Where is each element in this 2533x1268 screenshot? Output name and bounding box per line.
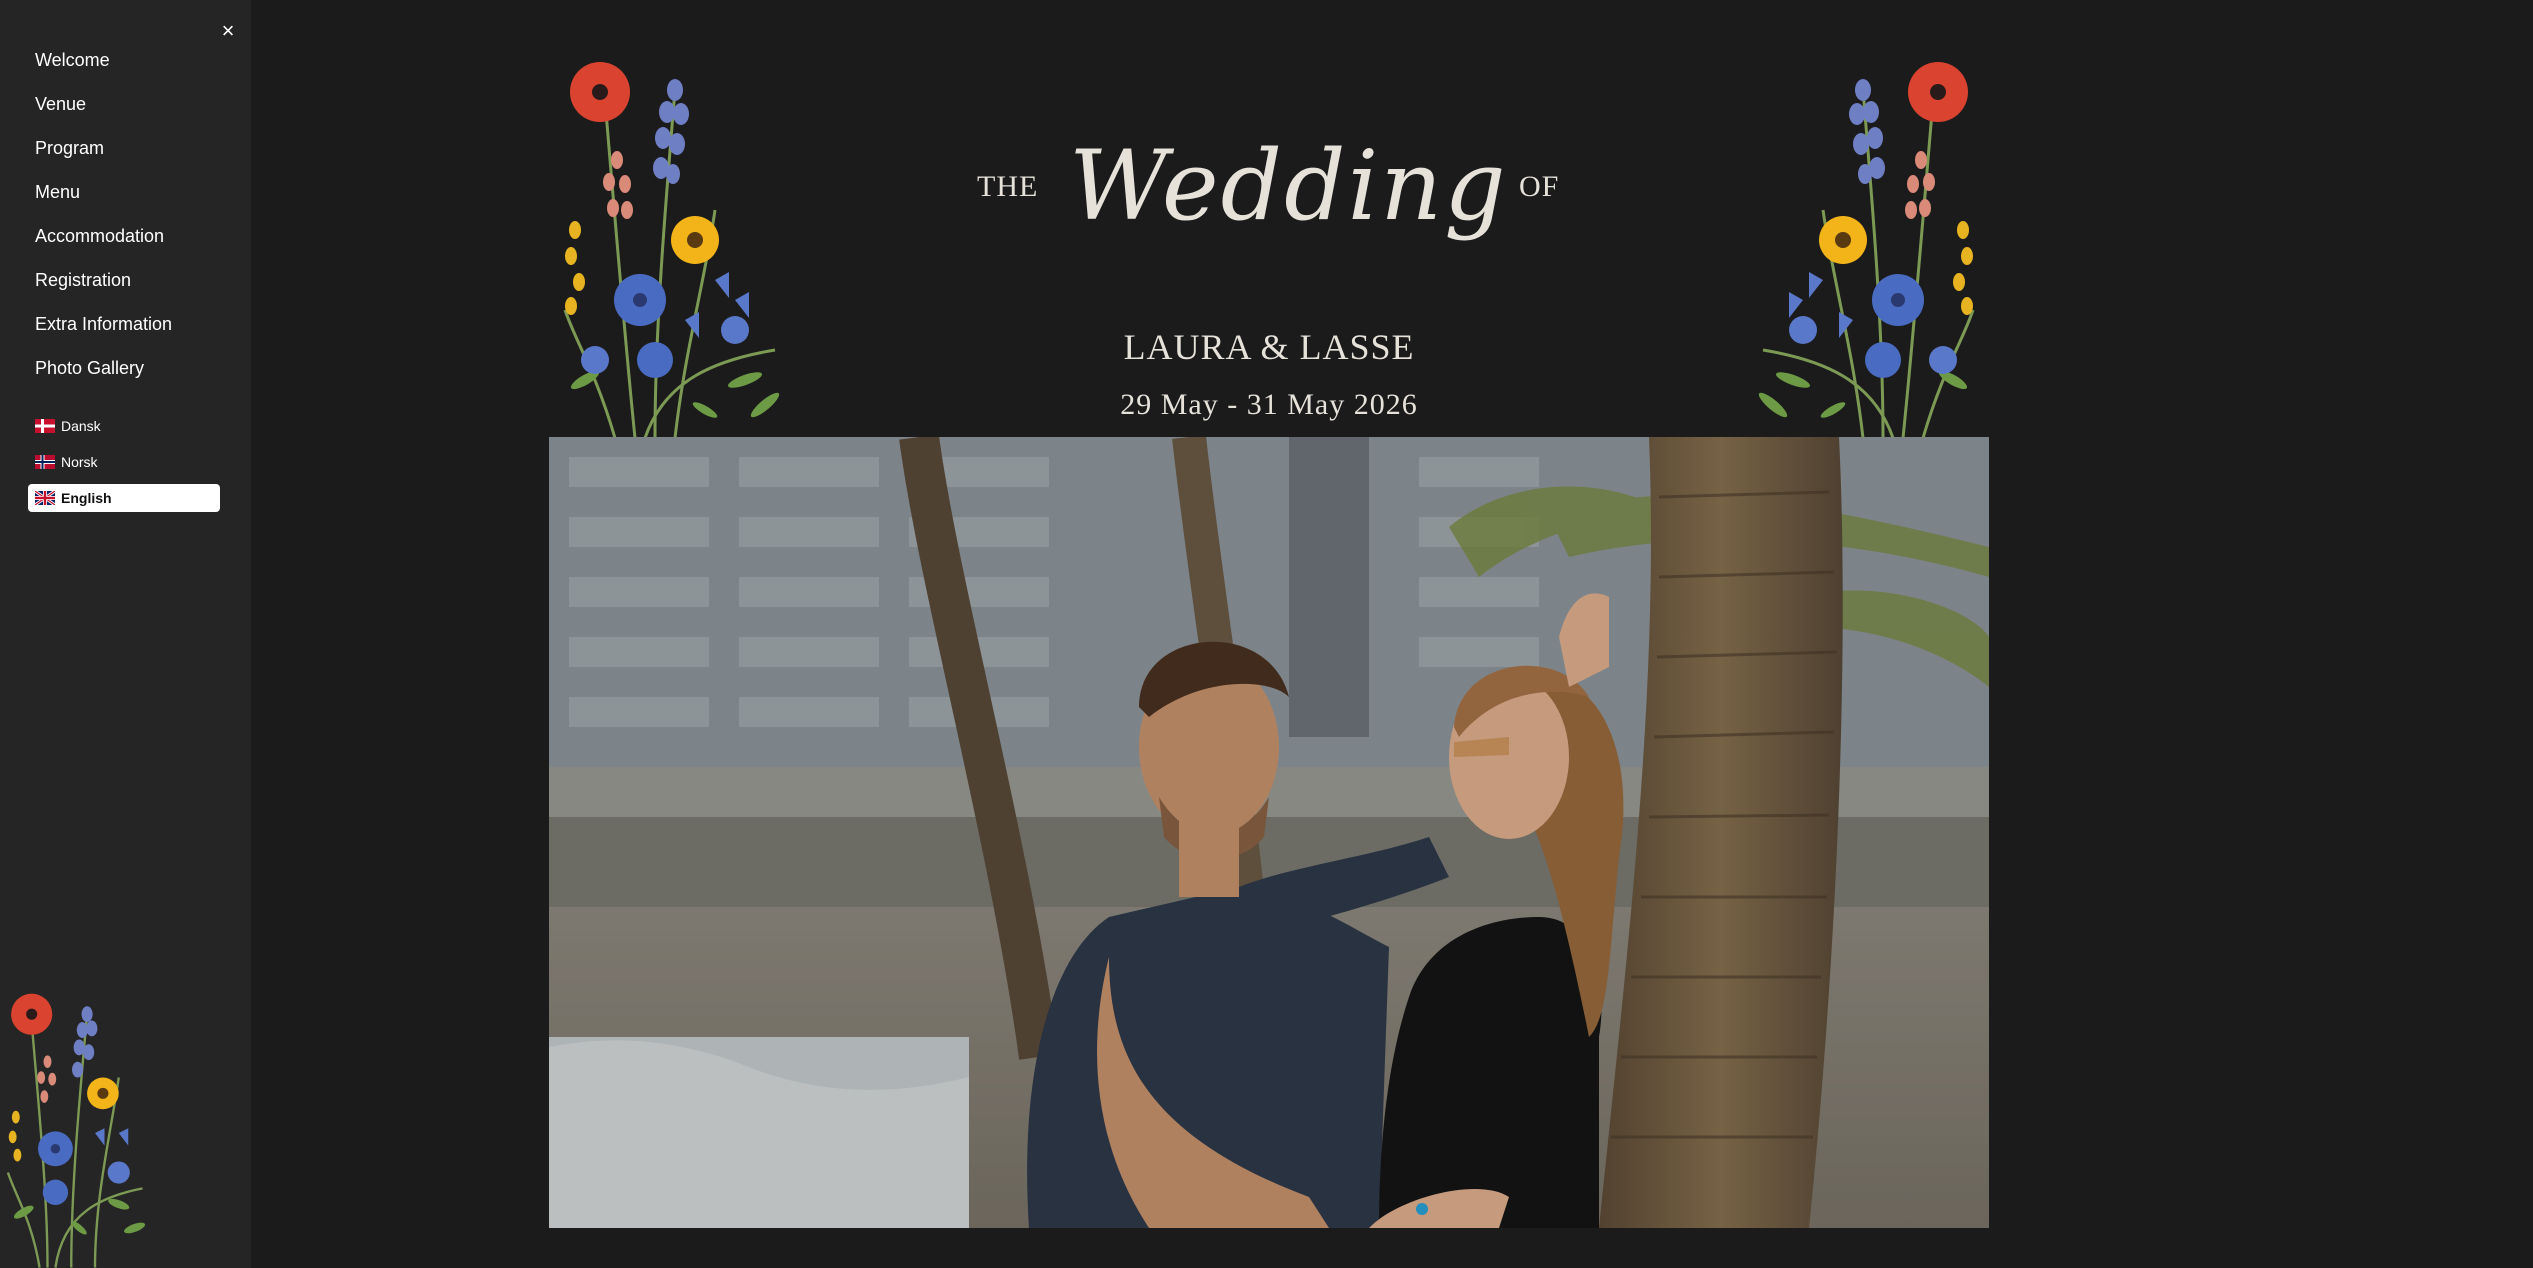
wildflower-bouquet-icon <box>563 62 780 438</box>
couple-photo <box>549 437 1989 1228</box>
wedding-hero: THE Wedding OF LAURA & LASSE 29 May - 31… <box>549 60 1989 1228</box>
title-wedding: Wedding <box>1069 130 1508 242</box>
wildflower-bouquet-icon <box>6 993 146 1268</box>
norwegian-flag-icon <box>35 455 55 469</box>
nav-item-program[interactable]: Program <box>0 126 251 170</box>
nav-item-welcome[interactable]: Welcome <box>0 38 251 82</box>
nav-item-photo-gallery[interactable]: Photo Gallery <box>0 346 251 390</box>
nav-item-menu[interactable]: Menu <box>0 170 251 214</box>
main-content: THE Wedding OF LAURA & LASSE 29 May - 31… <box>251 0 2533 1268</box>
title-the: THE <box>977 170 1039 203</box>
language-label: Dansk <box>61 418 101 434</box>
nav-item-registration[interactable]: Registration <box>0 258 251 302</box>
language-option-english[interactable]: English <box>28 484 220 512</box>
event-dates: 29 May - 31 May 2026 <box>1120 388 1418 421</box>
nav-item-venue[interactable]: Venue <box>0 82 251 126</box>
title-of: OF <box>1519 170 1560 203</box>
sidebar-menu: × Welcome Venue Program Menu Accommodati… <box>0 0 251 1268</box>
language-option-dansk[interactable]: Dansk <box>28 412 220 440</box>
language-option-norsk[interactable]: Norsk <box>28 448 220 476</box>
nav-item-extra-information[interactable]: Extra Information <box>0 302 251 346</box>
danish-flag-icon <box>35 419 55 433</box>
language-label: English <box>61 490 112 506</box>
wildflower-bouquet-icon <box>1758 62 1975 438</box>
nav-item-accommodation[interactable]: Accommodation <box>0 214 251 258</box>
couple-names: LAURA & LASSE <box>1123 327 1415 367</box>
language-selector: Dansk Norsk English <box>28 412 220 520</box>
sidebar-nav: Welcome Venue Program Menu Accommodation… <box>0 38 251 390</box>
language-label: Norsk <box>61 454 98 470</box>
uk-flag-icon <box>35 491 55 505</box>
